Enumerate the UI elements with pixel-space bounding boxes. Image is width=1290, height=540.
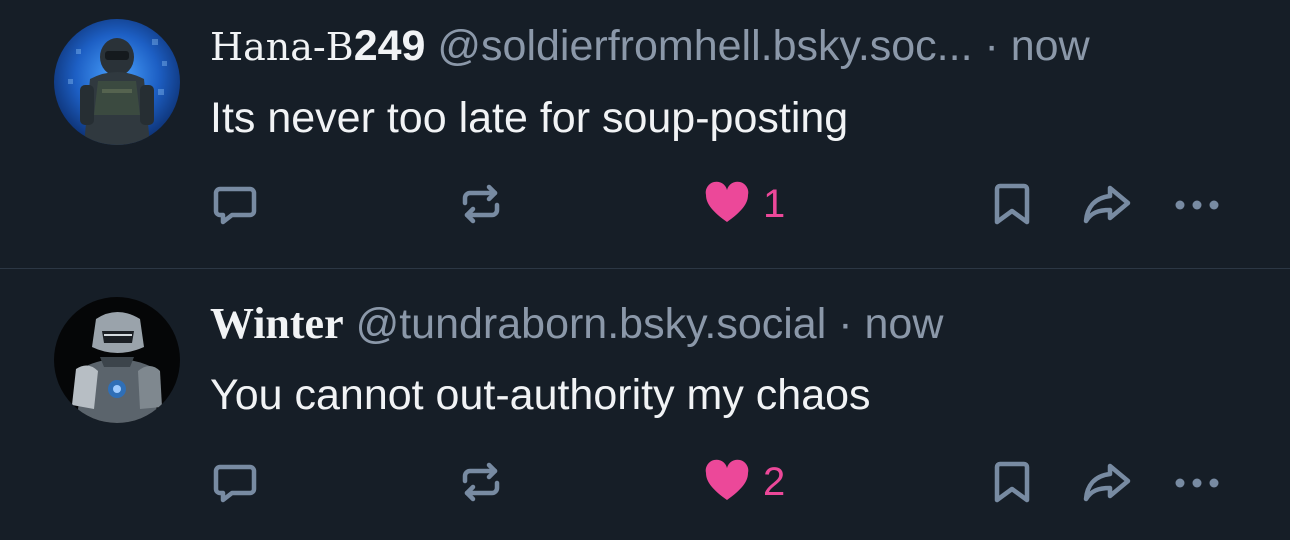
like-button[interactable]: 2 bbox=[703, 452, 785, 512]
share-button[interactable] bbox=[1080, 174, 1134, 234]
post-header: Winter @tundraborn.bsky.social · now bbox=[210, 298, 943, 350]
share-arrow-icon bbox=[1083, 463, 1131, 502]
repost-arrows-icon bbox=[462, 462, 500, 502]
bookmark-icon bbox=[994, 461, 1030, 503]
avatar[interactable] bbox=[54, 19, 180, 145]
post-header: Hana-B249 @soldierfromhell.bsky.soc... ·… bbox=[210, 20, 1090, 73]
like-count: 1 bbox=[763, 182, 786, 226]
avatar-image bbox=[54, 297, 180, 423]
reply-button[interactable] bbox=[210, 174, 260, 234]
bookmark-icon bbox=[994, 183, 1030, 225]
avatar-image bbox=[54, 19, 180, 145]
repost-button[interactable] bbox=[456, 174, 506, 234]
author-display-name[interactable]: Hana-B249 bbox=[210, 22, 425, 70]
post-actions: 2 bbox=[0, 452, 1290, 512]
reply-button[interactable] bbox=[210, 452, 260, 512]
like-button[interactable]: 1 bbox=[703, 174, 785, 234]
more-options-button[interactable] bbox=[1170, 452, 1226, 512]
post-text: Its never too late for soup-posting bbox=[210, 94, 849, 142]
ellipsis-icon bbox=[1175, 478, 1219, 488]
share-arrow-icon bbox=[1083, 185, 1131, 224]
repost-arrows-icon bbox=[462, 184, 500, 224]
avatar[interactable] bbox=[54, 297, 180, 423]
ellipsis-icon bbox=[1175, 200, 1219, 210]
author-handle[interactable]: @soldierfromhell.bsky.soc... bbox=[437, 22, 972, 70]
speech-bubble-icon bbox=[213, 464, 257, 503]
bookmark-button[interactable] bbox=[988, 174, 1036, 234]
repost-button[interactable] bbox=[456, 452, 506, 512]
post-timestamp[interactable]: now bbox=[1011, 22, 1090, 70]
post-item[interactable]: Hana-B249 @soldierfromhell.bsky.soc... ·… bbox=[0, 0, 1290, 268]
heart-icon bbox=[705, 459, 749, 500]
meta-separator: · bbox=[984, 22, 999, 70]
heart-icon bbox=[705, 181, 749, 222]
share-button[interactable] bbox=[1080, 452, 1134, 512]
speech-bubble-icon bbox=[213, 186, 257, 225]
author-display-name[interactable]: Winter bbox=[210, 299, 344, 348]
like-count: 2 bbox=[763, 460, 786, 504]
meta-separator: · bbox=[838, 300, 853, 348]
post-feed: Hana-B249 @soldierfromhell.bsky.soc... ·… bbox=[0, 0, 1290, 540]
post-text: You cannot out-authority my chaos bbox=[210, 371, 871, 419]
post-item[interactable]: Winter @tundraborn.bsky.social · now You… bbox=[0, 269, 1290, 540]
bookmark-button[interactable] bbox=[988, 452, 1036, 512]
post-actions: 1 bbox=[0, 174, 1290, 234]
author-handle[interactable]: @tundraborn.bsky.social bbox=[356, 300, 827, 348]
more-options-button[interactable] bbox=[1170, 174, 1226, 234]
post-timestamp[interactable]: now bbox=[865, 300, 944, 348]
